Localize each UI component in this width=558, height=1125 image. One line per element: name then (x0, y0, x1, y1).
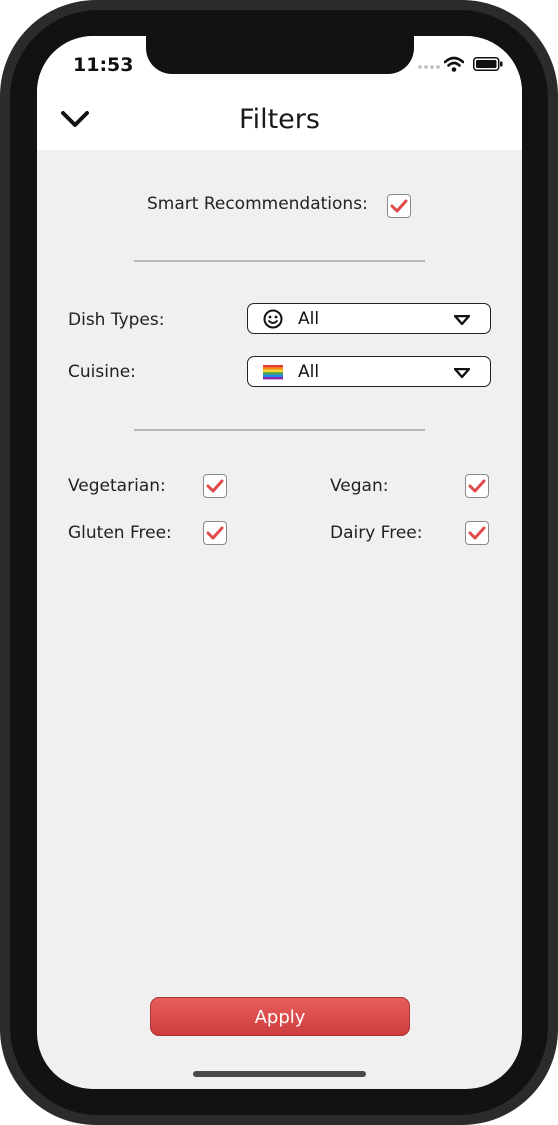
dairy-free-checkbox[interactable] (465, 521, 489, 545)
gluten-free-checkbox[interactable] (203, 521, 227, 545)
signal-icon (418, 65, 440, 69)
apply-button[interactable]: Apply (150, 997, 410, 1036)
vegetarian-label: Vegetarian: (68, 476, 166, 496)
dish-types-value: All (298, 309, 320, 329)
home-indicator (193, 1071, 366, 1077)
wifi-icon (444, 56, 464, 72)
dairy-free-label: Dairy Free: (330, 523, 423, 543)
smiley-icon (263, 309, 283, 329)
check-icon (468, 526, 486, 540)
screen: 11:53 Filters Smart Recommendations: Dis… (37, 36, 522, 1089)
check-icon (206, 526, 224, 540)
check-icon (206, 479, 224, 493)
notch (146, 36, 414, 74)
rainbow-flag-icon (263, 365, 283, 380)
vegetarian-checkbox[interactable] (203, 474, 227, 498)
caret-down-icon (454, 315, 470, 325)
caret-down-icon (454, 368, 470, 378)
check-icon (390, 199, 408, 213)
smart-recommendations-checkbox[interactable] (387, 194, 411, 218)
battery-icon (473, 57, 503, 71)
cuisine-label: Cuisine: (68, 362, 136, 382)
cuisine-select[interactable]: All (247, 356, 491, 387)
cuisine-value: All (298, 362, 320, 382)
smart-recommendations-label: Smart Recommendations: (147, 194, 368, 214)
page-title: Filters (239, 104, 320, 135)
divider (134, 429, 425, 431)
gluten-free-label: Gluten Free: (68, 523, 172, 543)
check-icon (468, 479, 486, 493)
dish-types-label: Dish Types: (68, 310, 165, 330)
dish-types-select[interactable]: All (247, 303, 491, 334)
vegan-label: Vegan: (330, 476, 389, 496)
status-time: 11:53 (73, 54, 134, 76)
vegan-checkbox[interactable] (465, 474, 489, 498)
divider (134, 260, 425, 262)
